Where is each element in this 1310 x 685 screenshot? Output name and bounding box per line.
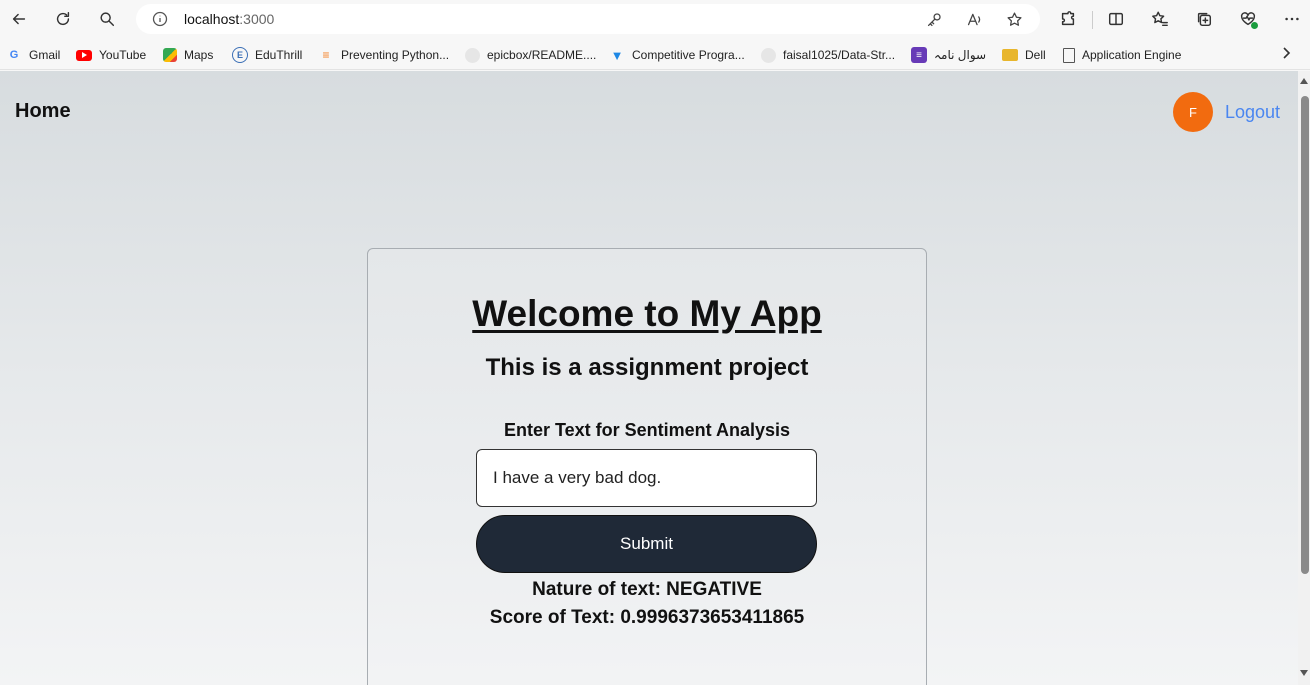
more-menu-button[interactable] — [1276, 3, 1308, 35]
maps-icon — [163, 48, 177, 62]
collections-icon — [1197, 12, 1212, 27]
bookmark-competitive-programming[interactable]: ▼ Competitive Progra... — [609, 46, 745, 64]
scroll-up-arrow-icon[interactable] — [1300, 78, 1308, 84]
bookmark-label: Application Engine — [1082, 48, 1182, 62]
bookmark-label: Gmail — [29, 48, 61, 62]
bookmark-preventing-python[interactable]: ≡ Preventing Python... — [318, 46, 449, 64]
bookmark-label: faisal1025/Data-Str... — [783, 48, 896, 62]
bookmark-label: epicbox/README.... — [487, 48, 597, 62]
password-key-button[interactable] — [924, 9, 944, 29]
google-icon: G — [9, 49, 19, 61]
address-bar[interactable]: localhost:3000 — [136, 4, 1040, 34]
search-button[interactable] — [91, 3, 123, 35]
bookmark-form[interactable]: ≡ سوال نامہ — [911, 46, 986, 64]
favorites-icon — [1152, 11, 1168, 27]
key-icon — [927, 12, 941, 26]
bookmark-flag-icon: ▼ — [610, 47, 624, 63]
bookmarks-overflow-button[interactable] — [1278, 45, 1298, 65]
bookmark-label: Maps — [184, 48, 214, 62]
logout-link[interactable]: Logout — [1225, 102, 1280, 123]
folder-icon — [1002, 49, 1018, 61]
bookmark-label: سوال نامہ — [934, 48, 987, 62]
star-icon — [1006, 11, 1022, 26]
bookmark-label: Competitive Progra... — [632, 48, 745, 62]
search-icon — [100, 12, 115, 27]
site-info-icon[interactable] — [152, 11, 168, 27]
github-icon — [761, 47, 776, 63]
back-arrow-icon — [12, 13, 26, 25]
url-text: localhost:3000 — [184, 11, 274, 27]
bookmark-gmail[interactable]: G Gmail — [6, 46, 61, 64]
input-label: Enter Text for Sentiment Analysis — [503, 420, 791, 440]
avatar[interactable]: F — [1173, 92, 1213, 132]
main-card: Welcome to My App This is a assignment p… — [367, 248, 927, 685]
url-port: :3000 — [239, 11, 275, 27]
bookmark-faisal-data-structures[interactable]: faisal1025/Data-Str... — [761, 46, 895, 64]
bookmark-application-engine[interactable]: Application Engine — [1063, 46, 1181, 64]
chevron-right-icon — [1283, 47, 1291, 59]
result-nature: Nature of text: NEGATIVE — [532, 579, 762, 600]
stackoverflow-icon: ≡ — [322, 48, 330, 62]
bookmark-maps[interactable]: Maps — [163, 46, 213, 64]
browser-essentials-button[interactable] — [1232, 3, 1264, 35]
ellipsis-icon — [1285, 17, 1299, 21]
bookmark-dell[interactable]: Dell — [1002, 46, 1046, 64]
status-dot — [1251, 22, 1258, 29]
eduthrill-icon: E — [232, 47, 248, 63]
submit-button[interactable]: Submit — [476, 515, 817, 573]
favorites-button[interactable] — [1144, 3, 1176, 35]
collections-button[interactable] — [1188, 3, 1220, 35]
form-icon: ≡ — [911, 47, 927, 63]
bookmark-label: Dell — [1025, 48, 1046, 62]
split-screen-icon — [1108, 12, 1124, 26]
bookmark-epicbox-readme[interactable]: epicbox/README.... — [465, 46, 596, 64]
bookmark-youtube[interactable]: YouTube — [76, 46, 146, 64]
read-aloud-icon — [967, 13, 980, 25]
refresh-button[interactable] — [47, 3, 79, 35]
refresh-icon — [56, 11, 70, 26]
result-score: Score of Text: 0.9996373653411865 — [489, 607, 805, 628]
nav-home-link[interactable]: Home — [15, 100, 71, 123]
page-title: Welcome to My App — [472, 293, 822, 334]
page-subtitle: This is a assignment project — [485, 354, 809, 381]
split-screen-button[interactable] — [1100, 3, 1132, 35]
scrollbar-thumb[interactable] — [1301, 96, 1309, 574]
extensions-button[interactable] — [1052, 3, 1084, 35]
scroll-down-arrow-icon[interactable] — [1300, 670, 1308, 676]
bookmarks-bar: G Gmail YouTube Maps E EduThrill ≡ Preve… — [0, 40, 1310, 70]
bookmark-label: YouTube — [99, 48, 147, 62]
page-viewport: Home F Logout Welcome to My App This is … — [0, 71, 1298, 685]
github-icon — [465, 47, 480, 63]
read-aloud-button[interactable] — [964, 9, 984, 29]
url-host: localhost — [184, 11, 240, 27]
youtube-icon — [76, 49, 92, 61]
browser-toolbar: localhost:3000 — [0, 0, 1310, 40]
favorite-star-button[interactable] — [1004, 9, 1024, 29]
page-icon — [1063, 47, 1075, 63]
bookmark-label: Preventing Python... — [341, 48, 450, 62]
sentiment-text-input[interactable] — [476, 449, 817, 507]
puzzle-icon — [1061, 11, 1075, 26]
toolbar-separator — [1092, 11, 1093, 29]
back-button[interactable] — [3, 3, 35, 35]
bookmark-label: EduThrill — [255, 48, 303, 62]
bookmark-eduthrill[interactable]: E EduThrill — [232, 46, 302, 64]
